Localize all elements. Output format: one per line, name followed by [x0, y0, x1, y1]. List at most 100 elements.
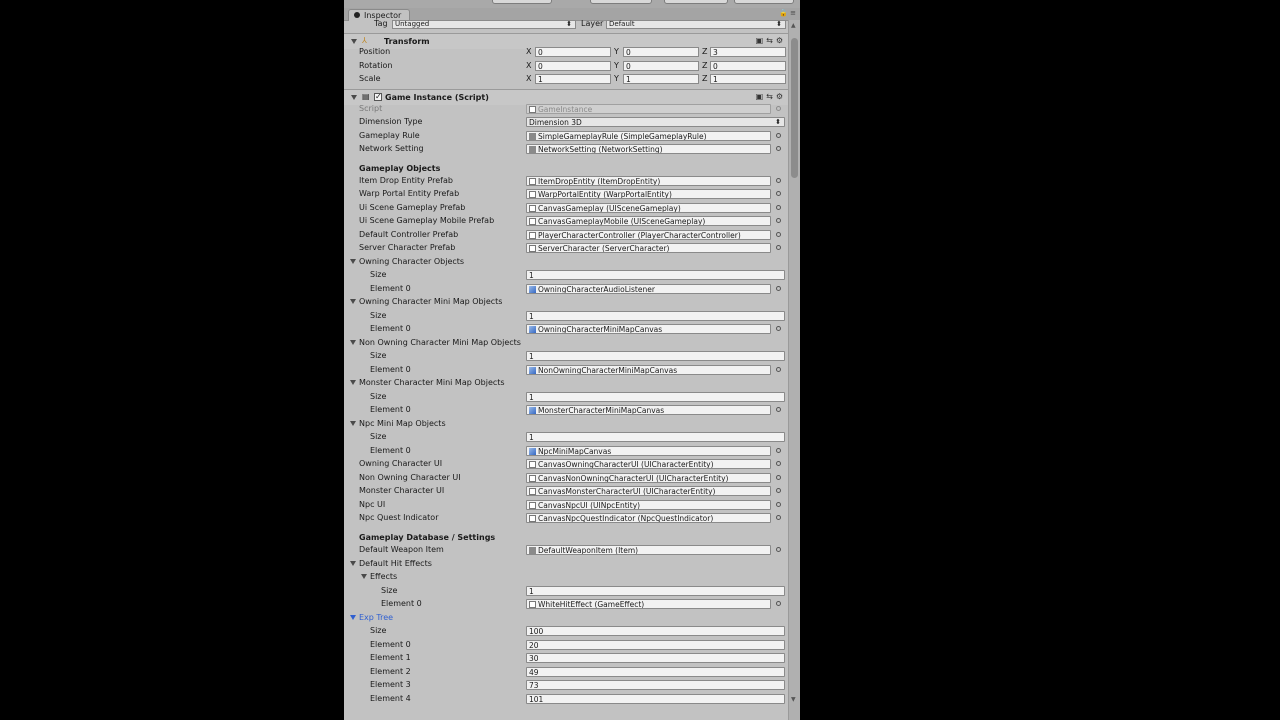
object-picker-icon[interactable]: [776, 407, 781, 412]
int-field[interactable]: 73: [526, 680, 785, 690]
object-field[interactable]: PlayerCharacterController (PlayerCharact…: [526, 230, 771, 240]
foldout-arrow-icon[interactable]: [350, 299, 356, 304]
size-field[interactable]: 1: [526, 351, 785, 361]
scale-x-field[interactable]: 1: [535, 74, 611, 84]
toolbar-button[interactable]: [590, 0, 652, 4]
object-field[interactable]: NpcMiniMapCanvas: [526, 446, 771, 456]
scrollbar-thumb[interactable]: [791, 38, 798, 178]
scale-y-field[interactable]: 1: [623, 74, 699, 84]
object-field[interactable]: OwningCharacterAudioListener: [526, 284, 771, 294]
object-field[interactable]: WhiteHitEffect (GameEffect): [526, 599, 771, 609]
object-field[interactable]: WarpPortalEntity (WarpPortalEntity): [526, 189, 771, 199]
npc-quest-indicator-row: Npc Quest Indicator CanvasNpcQuestIndica…: [344, 512, 788, 525]
array-foldout[interactable]: Owning Character Mini Map Objects: [344, 296, 788, 309]
object-field[interactable]: CanvasGameplay (UISceneGameplay): [526, 203, 771, 213]
scroll-down-icon[interactable]: ▼: [791, 696, 796, 703]
toolbar-button[interactable]: [664, 0, 728, 4]
object-picker-icon[interactable]: [776, 326, 781, 331]
object-picker-icon[interactable]: [776, 191, 781, 196]
foldout-arrow-icon[interactable]: [350, 421, 356, 426]
foldout-arrow-icon[interactable]: [361, 574, 367, 579]
scroll-up-icon[interactable]: ▲: [791, 22, 796, 29]
size-field[interactable]: 1: [526, 311, 785, 321]
object-picker-icon[interactable]: [776, 515, 781, 520]
foldout-arrow-icon[interactable]: [350, 340, 356, 345]
foldout-arrow-icon[interactable]: [350, 561, 356, 566]
object-picker-icon[interactable]: [776, 245, 781, 250]
toolbar-button[interactable]: [734, 0, 794, 4]
size-field[interactable]: 1: [526, 586, 785, 596]
array-foldout[interactable]: Monster Character Mini Map Objects: [344, 377, 788, 390]
effects-foldout[interactable]: Effects: [344, 571, 788, 584]
position-y-field[interactable]: 0: [623, 47, 699, 57]
object-picker-icon[interactable]: [776, 502, 781, 507]
component-enabled-checkbox[interactable]: ✓: [374, 93, 382, 101]
object-field[interactable]: CanvasNonOwningCharacterUI (UICharacterE…: [526, 473, 771, 483]
object-picker-icon[interactable]: [776, 232, 781, 237]
object-field[interactable]: ItemDropEntity (ItemDropEntity): [526, 176, 771, 186]
exp-element-row: Element 3 73: [344, 679, 788, 692]
exp-tree-foldout[interactable]: Exp Tree: [344, 612, 788, 625]
object-field[interactable]: ServerCharacter (ServerCharacter): [526, 243, 771, 253]
object-field[interactable]: CanvasMonsterCharacterUI (UICharacterEnt…: [526, 486, 771, 496]
foldout-arrow-icon[interactable]: [351, 39, 357, 44]
size-field[interactable]: 100: [526, 626, 785, 636]
object-picker-icon[interactable]: [776, 547, 781, 552]
vertical-scrollbar[interactable]: ▲ ▼: [788, 20, 800, 720]
size-field[interactable]: 1: [526, 432, 785, 442]
rotation-y-field[interactable]: 0: [623, 61, 699, 71]
component-settings-icon[interactable]: ▣⇆⚙: [756, 92, 786, 101]
object-field[interactable]: MonsterCharacterMiniMapCanvas: [526, 405, 771, 415]
foldout-arrow-icon[interactable]: [350, 259, 356, 264]
field-value: OwningCharacterAudioListener: [538, 285, 655, 294]
size-field[interactable]: 1: [526, 392, 785, 402]
rotation-z-field[interactable]: 0: [710, 61, 786, 71]
layer-dropdown[interactable]: Default ⬍: [606, 20, 786, 29]
object-field[interactable]: DefaultWeaponItem (Item): [526, 545, 771, 555]
size-label: Size: [370, 311, 387, 320]
int-field[interactable]: 30: [526, 653, 785, 663]
int-field[interactable]: 20: [526, 640, 785, 650]
array-foldout[interactable]: Owning Character Objects: [344, 256, 788, 269]
object-picker-icon[interactable]: [776, 218, 781, 223]
object-picker-icon[interactable]: [776, 461, 781, 466]
array-foldout[interactable]: Npc Mini Map Objects: [344, 418, 788, 431]
position-z-field[interactable]: 3: [710, 47, 786, 57]
toolbar-button[interactable]: [492, 0, 552, 4]
object-field[interactable]: CanvasGameplayMobile (UISceneGameplay): [526, 216, 771, 226]
object-picker-icon[interactable]: [776, 133, 781, 138]
object-picker-icon[interactable]: [776, 601, 781, 606]
object-field[interactable]: CanvasOwningCharacterUI (UICharacterEnti…: [526, 459, 771, 469]
gameplay-rule-label: Gameplay Rule: [359, 131, 420, 140]
object-field[interactable]: OwningCharacterMiniMapCanvas: [526, 324, 771, 334]
object-picker-icon[interactable]: [776, 475, 781, 480]
object-field[interactable]: NonOwningCharacterMiniMapCanvas: [526, 365, 771, 375]
tag-dropdown[interactable]: Untagged ⬍: [392, 20, 576, 29]
object-picker-icon[interactable]: [776, 286, 781, 291]
object-field[interactable]: CanvasNpcUI (UINpcEntity): [526, 500, 771, 510]
scale-z-field[interactable]: 1: [710, 74, 786, 84]
array-foldout[interactable]: Non Owning Character Mini Map Objects: [344, 337, 788, 350]
component-settings-icon[interactable]: ▣⇆⚙: [756, 36, 786, 45]
gameplay-rule-field[interactable]: SimpleGameplayRule (SimpleGameplayRule): [526, 131, 771, 141]
object-picker-icon[interactable]: [776, 367, 781, 372]
dimension-dropdown[interactable]: Dimension 3D ⬍: [526, 117, 785, 127]
size-field[interactable]: 1: [526, 270, 785, 280]
foldout-arrow-icon[interactable]: [350, 380, 356, 385]
network-setting-field[interactable]: NetworkSetting (NetworkSetting): [526, 144, 771, 154]
array-size-row: Size 1: [344, 391, 788, 404]
object-picker-icon[interactable]: [776, 205, 781, 210]
object-picker-icon[interactable]: [776, 146, 781, 151]
foldout-arrow-icon[interactable]: [351, 95, 357, 100]
object-picker-icon[interactable]: [776, 448, 781, 453]
object-field[interactable]: CanvasNpcQuestIndicator (NpcQuestIndicat…: [526, 513, 771, 523]
int-field[interactable]: 49: [526, 667, 785, 677]
position-x-field[interactable]: 0: [535, 47, 611, 57]
rotation-x-field[interactable]: 0: [535, 61, 611, 71]
int-field[interactable]: 101: [526, 694, 785, 704]
object-picker-icon[interactable]: [776, 488, 781, 493]
lock-icon[interactable]: 🔒 ≡: [779, 9, 796, 17]
foldout-arrow-icon[interactable]: [350, 615, 356, 620]
hit-effects-foldout[interactable]: Default Hit Effects: [344, 558, 788, 571]
object-picker-icon[interactable]: [776, 178, 781, 183]
